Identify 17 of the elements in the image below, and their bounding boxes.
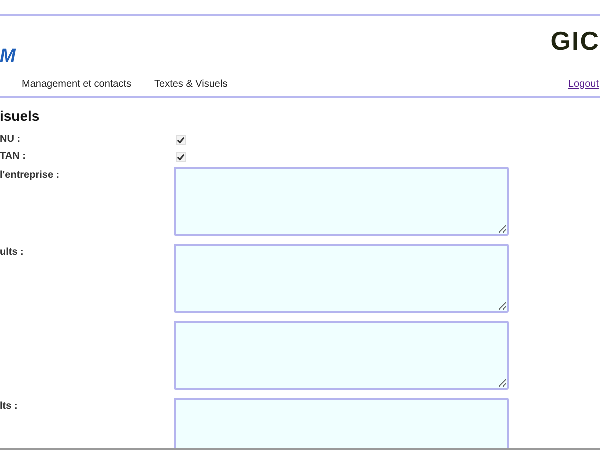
logo: GIC <box>550 28 600 54</box>
text-area[interactable] <box>174 167 509 236</box>
text-area[interactable] <box>174 321 509 390</box>
section-heading: isuels <box>0 107 41 125</box>
field-label: lts : <box>0 401 18 412</box>
checkbox[interactable] <box>176 152 186 162</box>
field-label: l'entreprise : <box>0 170 60 181</box>
text-area[interactable] <box>174 398 509 450</box>
site-title: M <box>0 47 16 66</box>
checkbox[interactable] <box>176 135 186 145</box>
logout-link[interactable]: Logout <box>568 77 599 92</box>
field-label: TAN : <box>0 151 26 162</box>
field-label: NU : <box>0 134 21 145</box>
nav-link[interactable]: Management et contacts <box>22 77 132 92</box>
text-area[interactable] <box>174 244 509 313</box>
field-label: ults : <box>0 247 24 258</box>
nav-link[interactable]: Textes & Visuels <box>154 77 228 92</box>
